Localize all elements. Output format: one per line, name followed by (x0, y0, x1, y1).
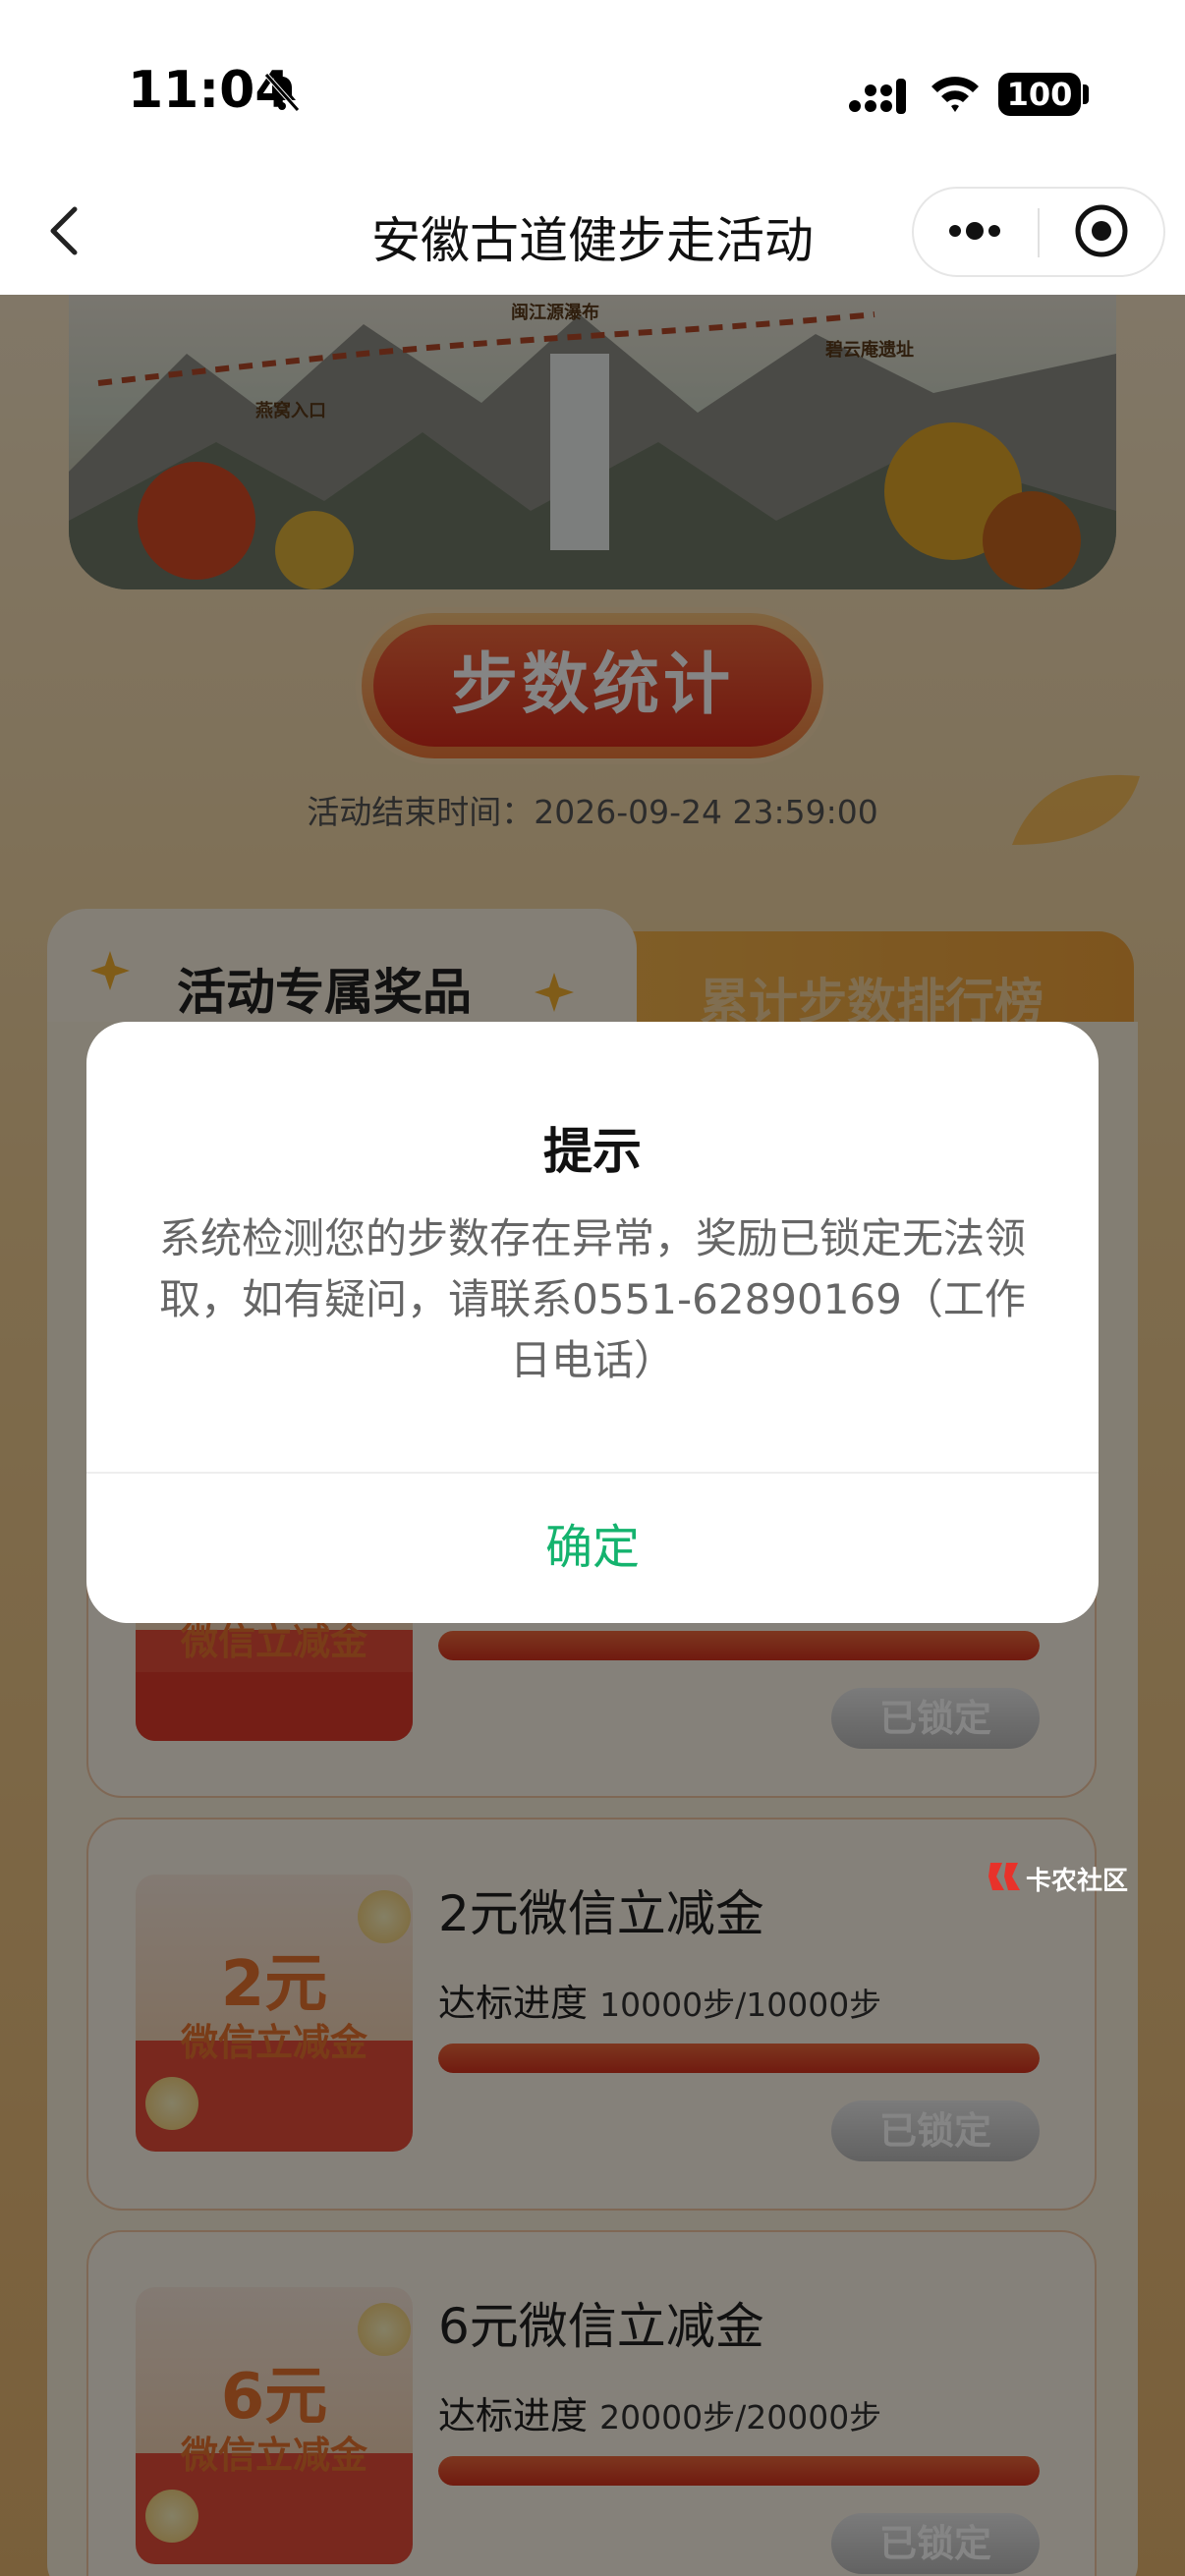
wifi-icon (931, 77, 979, 112)
watermark-logo-icon (988, 1863, 1020, 1890)
more-icon[interactable] (945, 216, 1004, 246)
battery-indicator: 100 (998, 73, 1081, 116)
dialog-message: 系统检测您的步数存在异常，奖励已锁定无法领取，如有疑问，请联系0551-6289… (158, 1214, 1026, 1384)
dialog-title: 提示 (543, 1123, 642, 1180)
battery-tip (1083, 84, 1089, 104)
watermark-text: 卡农社区 (1026, 1867, 1129, 1896)
confirm-button[interactable]: 确定 (86, 1472, 1099, 1623)
alert-dialog: 提示 系统检测您的步数存在异常，奖励已锁定无法领取，如有疑问，请联系0551-6… (86, 1022, 1099, 1623)
signal-icon (849, 79, 906, 114)
close-mini-program-icon[interactable] (1073, 202, 1130, 259)
bell-muted-icon (264, 73, 300, 112)
capsule-divider (1038, 208, 1040, 257)
